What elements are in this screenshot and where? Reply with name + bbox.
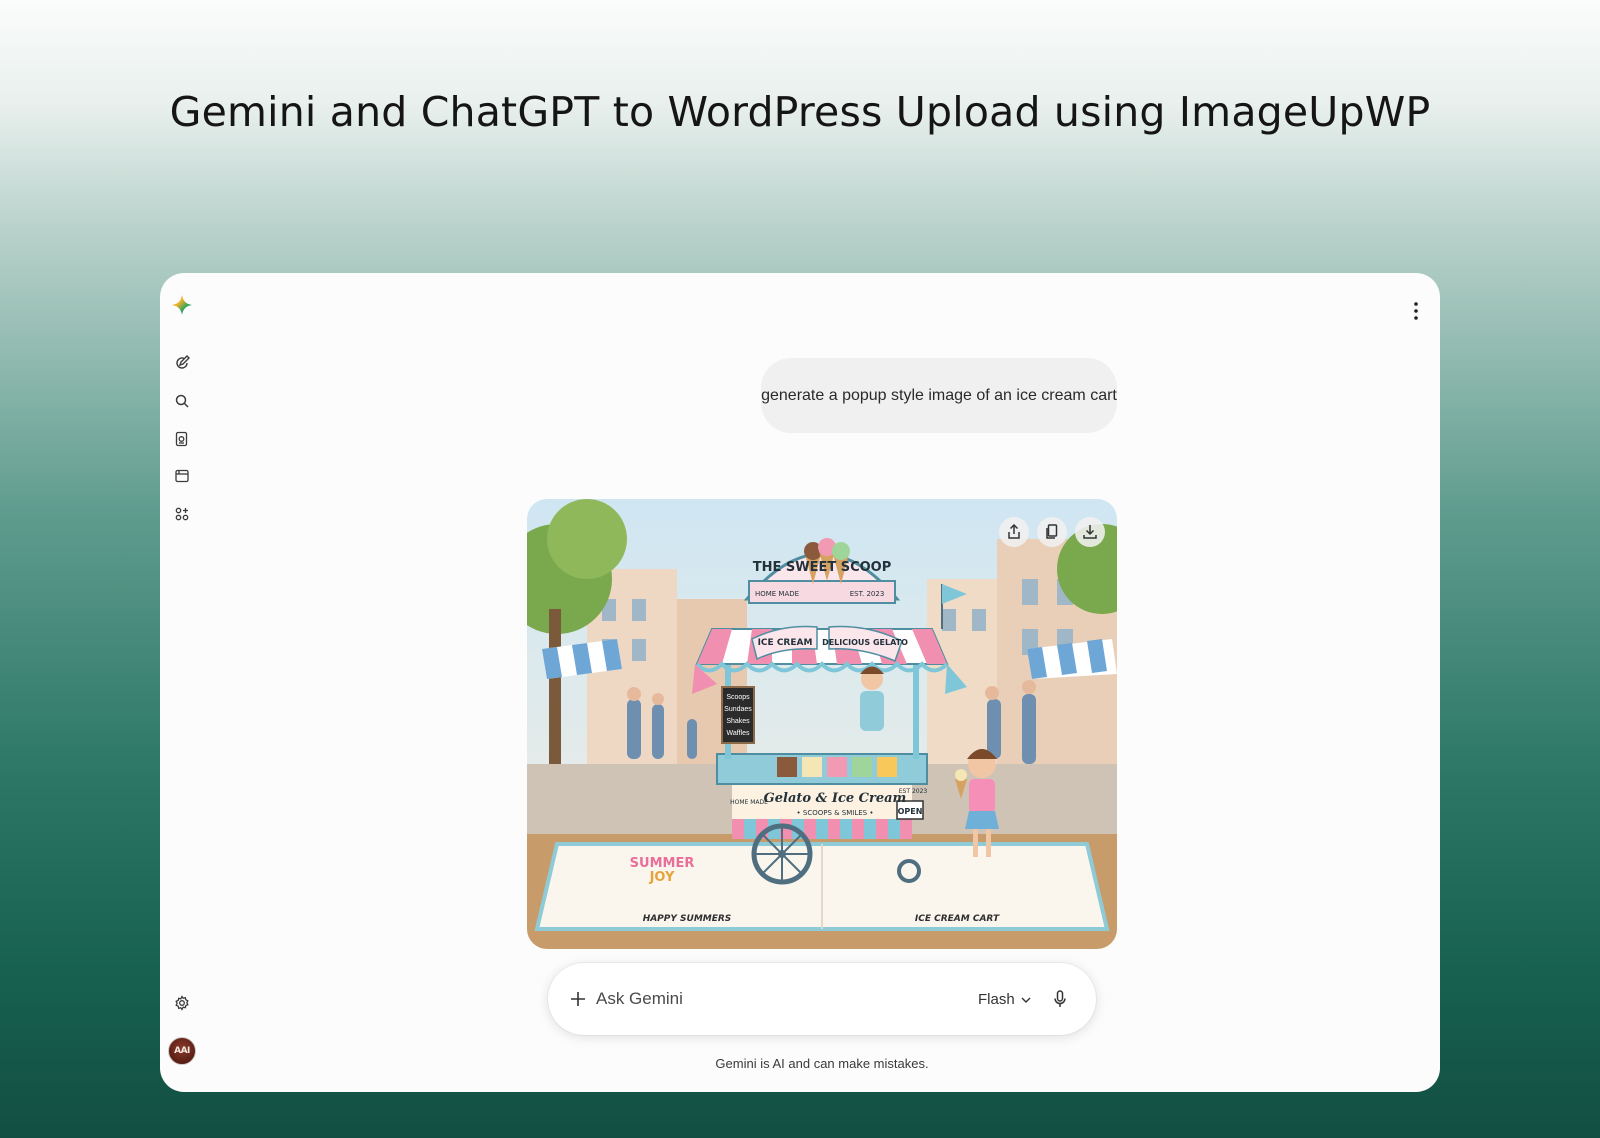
banner-left: ICE CREAM xyxy=(758,638,813,648)
chevron-down-icon xyxy=(1021,991,1031,1008)
generated-image[interactable]: THE SWEET SCOOP HOME MADE EST. 2023 ICE … xyxy=(527,499,1117,949)
ask-gemini-input[interactable] xyxy=(596,987,916,1011)
sign-title: THE SWEET SCOOP xyxy=(753,560,892,575)
avatar-text: AAI xyxy=(174,1046,190,1056)
user-avatar[interactable]: AAI xyxy=(168,1037,196,1065)
summer-line-2: JOY xyxy=(649,870,675,885)
user-prompt-bubble: generate a popup style image of an ice c… xyxy=(761,358,1117,433)
gemini-sparkle-icon[interactable] xyxy=(172,295,192,315)
menu-board-item: Sundaes xyxy=(724,706,752,713)
menu-board-item: Shakes xyxy=(726,718,750,725)
open-sign: OPEN xyxy=(898,807,923,816)
base-right-text: ICE CREAM CART xyxy=(915,914,1000,924)
gems-icon[interactable] xyxy=(172,466,192,486)
microphone-icon[interactable] xyxy=(1048,985,1072,1013)
gemini-app-window: AAI generate a popup style image of an i… xyxy=(160,273,1440,1092)
model-selector[interactable]: Flash xyxy=(978,987,1031,1011)
sign-right: EST. 2023 xyxy=(850,590,885,598)
my-stuff-icon[interactable] xyxy=(172,429,192,449)
plus-icon[interactable] xyxy=(566,987,590,1011)
cart-subtitle: • SCOOPS & SMILES • xyxy=(797,809,874,817)
more-vertical-icon[interactable] xyxy=(1406,297,1426,325)
menu-board-item: Scoops xyxy=(726,694,750,701)
base-left-text: HAPPY SUMMERS xyxy=(643,914,732,924)
cart-right-badge: EST 2023 xyxy=(899,788,928,795)
download-icon[interactable] xyxy=(1075,517,1105,547)
menu-board-item: Waffles xyxy=(727,730,750,737)
copy-icon[interactable] xyxy=(1037,517,1067,547)
ai-disclaimer: Gemini is AI and can make mistakes. xyxy=(715,1056,929,1071)
cart-left-badge: HOME MADE xyxy=(730,799,768,806)
cart-title: Gelato & Ice Cream xyxy=(764,791,907,806)
sidebar-rail: AAI xyxy=(160,273,206,1092)
ice-cream-cart-illustration: THE SWEET SCOOP HOME MADE EST. 2023 ICE … xyxy=(527,499,1117,949)
sign-left: HOME MADE xyxy=(755,590,799,598)
prompt-composer: Flash xyxy=(548,963,1096,1035)
page-headline: Gemini and ChatGPT to WordPress Upload u… xyxy=(169,88,1431,136)
banner-right: DELICIOUS GELATO xyxy=(822,638,908,647)
gear-icon[interactable] xyxy=(172,993,192,1013)
search-icon[interactable] xyxy=(172,391,192,411)
share-icon[interactable] xyxy=(999,517,1029,547)
model-label: Flash xyxy=(978,990,1015,1008)
apps-icon[interactable] xyxy=(172,504,192,524)
new-chat-icon[interactable] xyxy=(172,353,192,373)
summer-line-1: SUMMER xyxy=(630,856,695,871)
image-toolbar xyxy=(999,517,1105,547)
